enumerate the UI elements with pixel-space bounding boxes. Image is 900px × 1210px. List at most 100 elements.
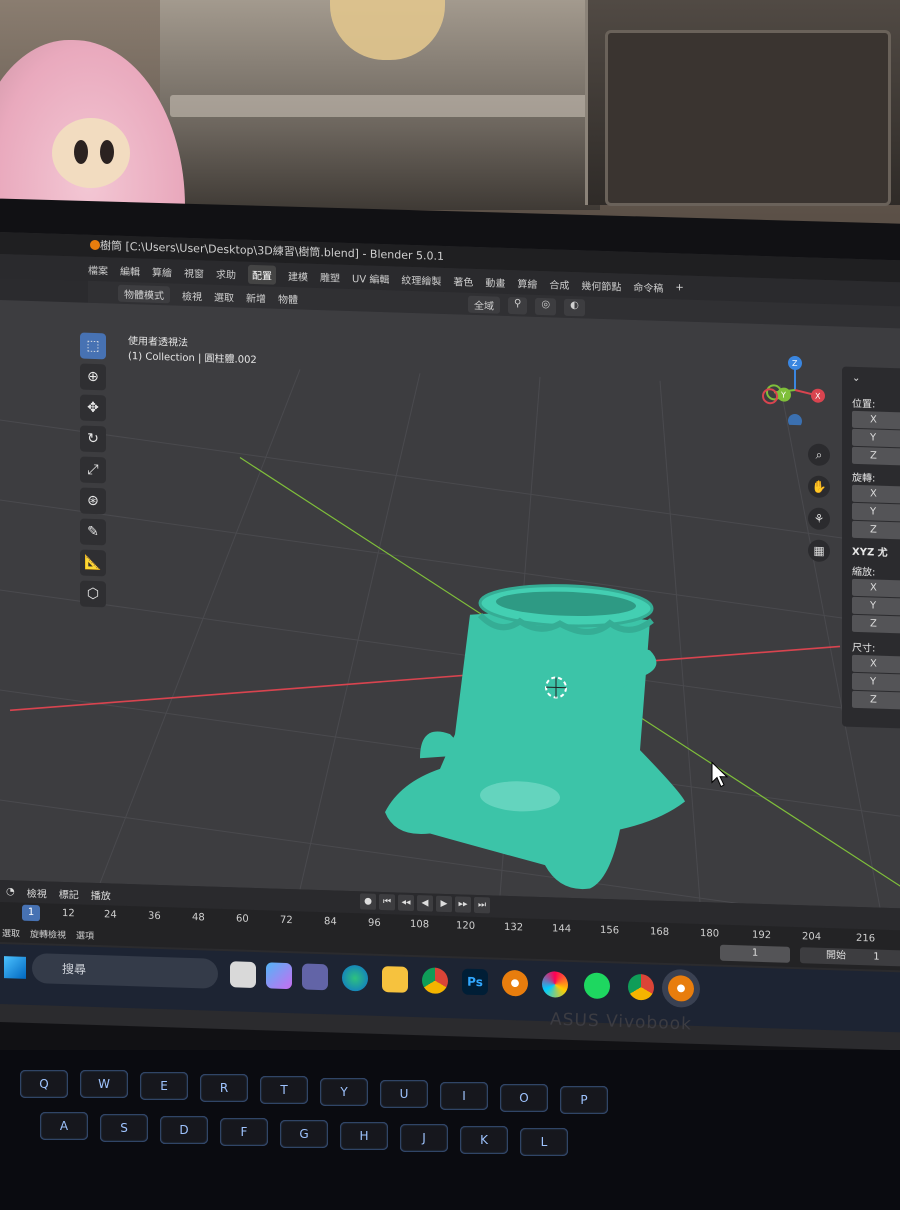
blender-icon[interactable] [668,974,694,1002]
spotify-icon[interactable] [584,972,610,1000]
rotate-tool-icon[interactable]: ↻ [80,425,106,453]
tab-layout[interactable]: 配置 [248,264,276,285]
status-options: 選項 [76,931,95,942]
scale-x-field[interactable]: X [852,578,900,598]
transform-orientation-select[interactable]: 全域 [468,295,500,314]
frame-tick: 48 [192,912,205,924]
hand-icon[interactable]: ✋ [808,475,830,499]
cabinet-panel [605,30,891,206]
location-x-field[interactable]: X [852,410,900,430]
file-explorer-icon[interactable] [230,961,256,989]
frame-tick: 180 [700,927,720,940]
frame-tick: 144 [552,923,572,935]
scale-y-field[interactable]: Y [852,596,900,616]
blender-icon[interactable] [502,969,528,997]
tab-modeling[interactable]: 建模 [288,268,308,284]
jump-end-icon[interactable]: ⏭ [474,896,490,914]
tree-stump-model[interactable] [385,580,685,892]
dimensions-x-field[interactable]: X [852,654,900,674]
location-label: 位置: [852,398,876,411]
add-cube-tool-icon[interactable]: ⬡ [80,580,106,608]
menu-file[interactable]: 檔案 [88,261,108,277]
viewport-info: 使用者透視法 (1) Collection | 圓柱體.002 [128,334,257,368]
menu-edit[interactable]: 編輯 [120,262,140,278]
timeline-editor-icon[interactable]: ◔ [6,886,15,897]
transform-header-chevron[interactable]: ⌄ [852,373,860,384]
menu-render[interactable]: 算繪 [152,263,172,279]
paint-icon[interactable] [542,971,568,998]
3d-viewport[interactable]: 使用者透視法 (1) Collection | 圓柱體.002 ⬚ ⊕ ✥ ↻ … [0,300,900,909]
rotation-mode-select[interactable]: XYZ 尤 [852,543,888,559]
transform-tool-icon[interactable]: ⊛ [80,487,106,515]
menu-window[interactable]: 視窗 [184,264,204,280]
chrome-icon[interactable] [628,973,654,1001]
windows-start-icon[interactable] [4,956,26,979]
timeline-menu-marker[interactable]: 標記 [59,885,79,901]
select-box-tool-icon[interactable]: ⬚ [80,332,106,360]
dimensions-z-field[interactable]: Z [852,690,900,710]
frame-tick: 12 [62,907,75,920]
gizmo-y-label: Y [780,391,786,400]
tab-uv-editing[interactable]: UV 編輯 [352,270,389,286]
start-frame-field[interactable]: 開始 1 [800,947,900,967]
camera-icon[interactable]: ⚘ [808,507,830,531]
play-reverse-icon[interactable]: ◀ [417,895,433,912]
mode-select[interactable]: 物體模式 [118,284,170,303]
chrome-icon[interactable] [422,967,448,995]
menu-add[interactable]: 新增 [246,289,266,305]
current-frame-field[interactable]: 1 [720,944,790,963]
timeline-menu-playback[interactable]: 播放 [91,886,111,902]
location-z-field[interactable]: Z [852,446,900,466]
tab-geometry-nodes[interactable]: 幾何節點 [581,277,621,293]
frame-tick: 60 [236,913,249,925]
tab-rendering[interactable]: 算繪 [517,275,537,291]
blender-logo-icon [90,239,100,251]
play-icon[interactable]: ▶ [436,895,452,913]
menu-view[interactable]: 檢視 [182,287,202,303]
tab-animation[interactable]: 動畫 [485,274,505,290]
dimensions-y-field[interactable]: Y [852,672,900,692]
tab-scripting[interactable]: 命令稿 [633,278,663,294]
record-icon[interactable]: ● [360,893,376,910]
pig-nostril [100,140,114,164]
frame-tick: 132 [504,921,524,934]
move-tool-icon[interactable]: ✥ [80,394,106,422]
taskbar-search[interactable]: 搜尋 [32,953,218,989]
navigation-gizmo[interactable]: Z X Y [760,354,830,427]
timeline-menu-view[interactable]: 檢視 [27,884,47,900]
proportional-edit-icon[interactable]: ◎ [535,297,557,316]
snap-icon[interactable]: ⚲ [508,296,528,315]
add-workspace-button[interactable]: + [675,282,683,293]
menu-help[interactable]: 求助 [216,265,236,281]
grid-icon[interactable]: ▦ [808,539,830,563]
tab-texture-paint[interactable]: 紋理繪製 [401,271,441,287]
tab-compositing[interactable]: 合成 [549,276,569,292]
teams-icon[interactable] [302,963,328,991]
rotation-y-field[interactable]: Y [852,502,900,522]
rotation-z-field[interactable]: Z [852,520,900,540]
menu-select[interactable]: 選取 [214,288,234,304]
keyboard: Q W E R T Y U I O P A S D F G H J K L [0,1050,900,1210]
current-frame-indicator[interactable]: 1 [22,904,40,922]
scale-z-field[interactable]: Z [852,614,900,634]
tab-sculpting[interactable]: 雕塑 [320,269,340,285]
photoshop-icon[interactable]: Ps [462,968,488,996]
menu-object[interactable]: 物體 [278,290,298,306]
jump-next-keyframe-icon[interactable]: ▸▸ [455,896,471,913]
cursor-tool-icon[interactable]: ⊕ [80,363,106,391]
jump-prev-keyframe-icon[interactable]: ◂◂ [398,894,414,912]
copilot-icon[interactable] [266,962,292,990]
scale-tool-icon[interactable]: ⤢ [80,456,106,484]
jump-start-icon[interactable]: ⏮ [379,893,395,911]
edge-icon[interactable] [342,964,368,992]
measure-tool-icon[interactable]: 📐 [80,549,106,577]
tool-shelf: ⬚ ⊕ ✥ ↻ ⤢ ⊛ ✎ 📐 ⬡ [80,332,108,608]
tab-shading[interactable]: 著色 [453,273,473,289]
zoom-icon[interactable]: ⌕ [808,443,830,467]
rotation-x-field[interactable]: X [852,484,900,504]
folder-icon[interactable] [382,966,408,993]
shading-icon[interactable]: ◐ [564,298,585,317]
frame-tick: 120 [456,920,476,932]
location-y-field[interactable]: Y [852,428,900,448]
annotate-tool-icon[interactable]: ✎ [80,518,106,546]
